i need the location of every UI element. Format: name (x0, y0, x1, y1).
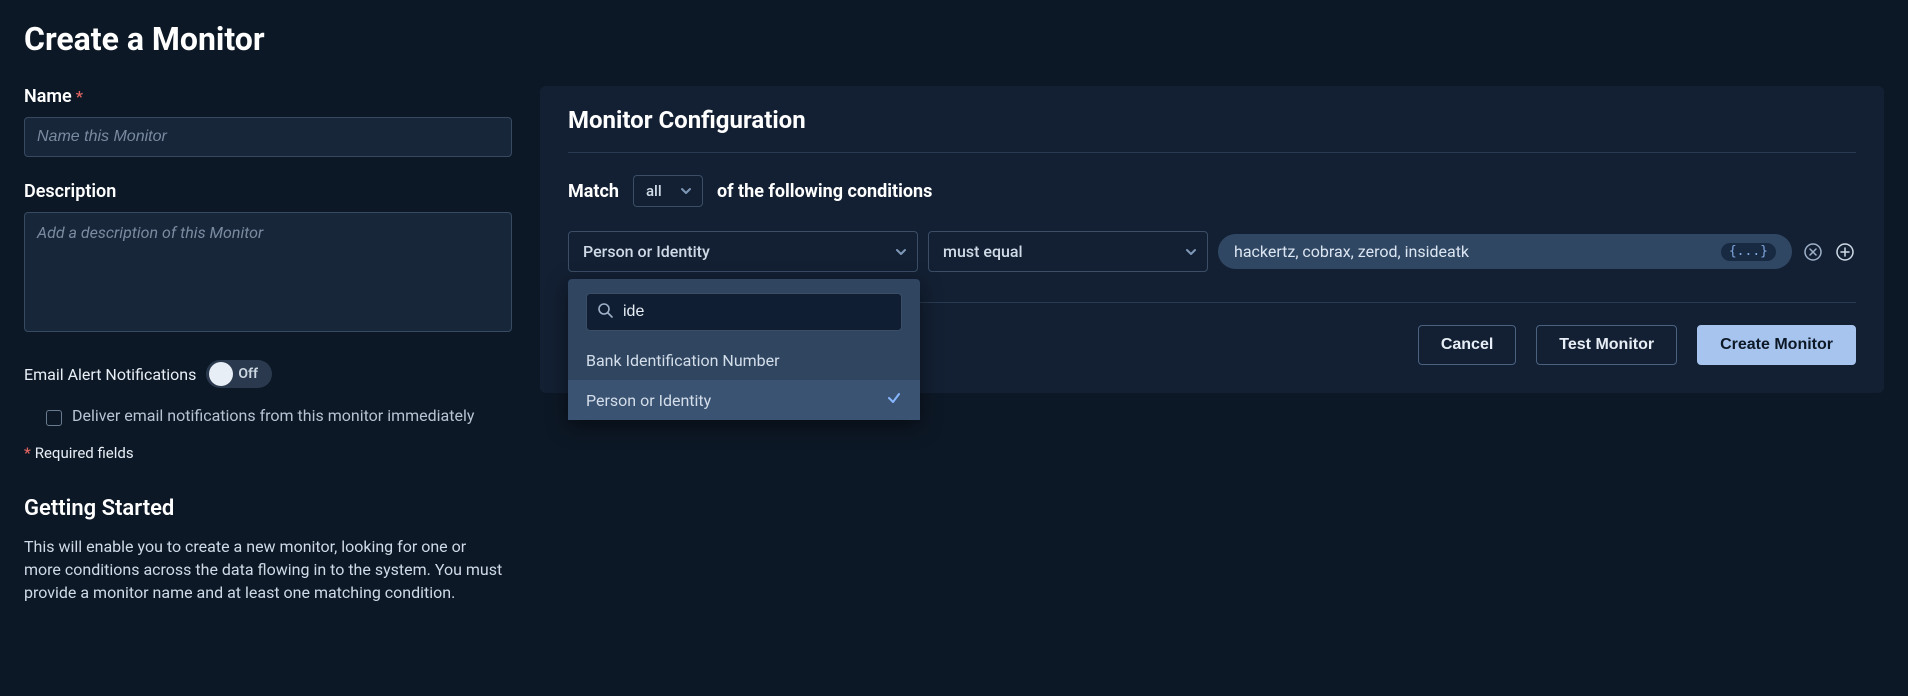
toggle-state-label: Off (238, 366, 258, 382)
condition-row: Person or Identity must equal hackertz, … (568, 231, 1856, 303)
check-icon (886, 390, 902, 410)
search-icon (597, 302, 613, 322)
chevron-down-icon (895, 246, 907, 258)
toggle-knob (209, 362, 233, 386)
match-row: Match all of the following conditions (568, 175, 1856, 207)
right-column: Monitor Configuration Match all of the f… (540, 86, 1884, 605)
chevron-down-icon (1185, 246, 1197, 258)
required-star-icon: * (24, 444, 31, 462)
condition-field-select[interactable]: Person or Identity (568, 231, 918, 272)
dropdown-option[interactable]: Person or Identity (568, 380, 920, 420)
description-input[interactable] (24, 212, 512, 332)
match-prefix: Match (568, 181, 619, 202)
add-condition-button[interactable] (1834, 241, 1856, 263)
match-mode-select[interactable]: all (633, 175, 703, 207)
description-label: Description (24, 181, 116, 202)
condition-value-input[interactable]: hackertz, cobrax, zerod, insideatk {...} (1218, 234, 1792, 269)
value-expand-badge[interactable]: {...} (1721, 243, 1776, 261)
create-monitor-button[interactable]: Create Monitor (1697, 325, 1856, 365)
cancel-button[interactable]: Cancel (1418, 325, 1516, 365)
match-suffix: of the following conditions (717, 181, 932, 202)
deliver-immediately-label: Deliver email notifications from this mo… (72, 406, 474, 425)
condition-operator-select[interactable]: must equal (928, 231, 1208, 272)
getting-started-heading: Getting Started (24, 496, 512, 521)
field-dropdown: Bank Identification Number Person or Ide… (568, 279, 920, 420)
getting-started-body: This will enable you to create a new mon… (24, 535, 504, 605)
dropdown-search[interactable] (586, 293, 902, 331)
required-fields-note: *Required fields (24, 444, 512, 462)
name-input[interactable] (24, 117, 512, 157)
required-star-icon: * (76, 87, 83, 106)
dropdown-search-input[interactable] (623, 303, 891, 321)
deliver-immediately-checkbox[interactable] (46, 410, 62, 426)
remove-condition-button[interactable] (1802, 241, 1824, 263)
left-column: Name* Description Email Alert Notificati… (24, 86, 512, 605)
monitor-config-panel: Monitor Configuration Match all of the f… (540, 86, 1884, 393)
name-label: Name (24, 86, 72, 107)
test-monitor-button[interactable]: Test Monitor (1536, 325, 1677, 365)
email-alert-toggle[interactable]: Off (206, 360, 272, 388)
page-title: Create a Monitor (24, 20, 1884, 58)
email-alert-label: Email Alert Notifications (24, 365, 196, 384)
chevron-down-icon (680, 185, 692, 197)
config-title: Monitor Configuration (568, 106, 1856, 153)
condition-value-text: hackertz, cobrax, zerod, insideatk (1234, 242, 1711, 261)
dropdown-option[interactable]: Bank Identification Number (568, 341, 920, 380)
